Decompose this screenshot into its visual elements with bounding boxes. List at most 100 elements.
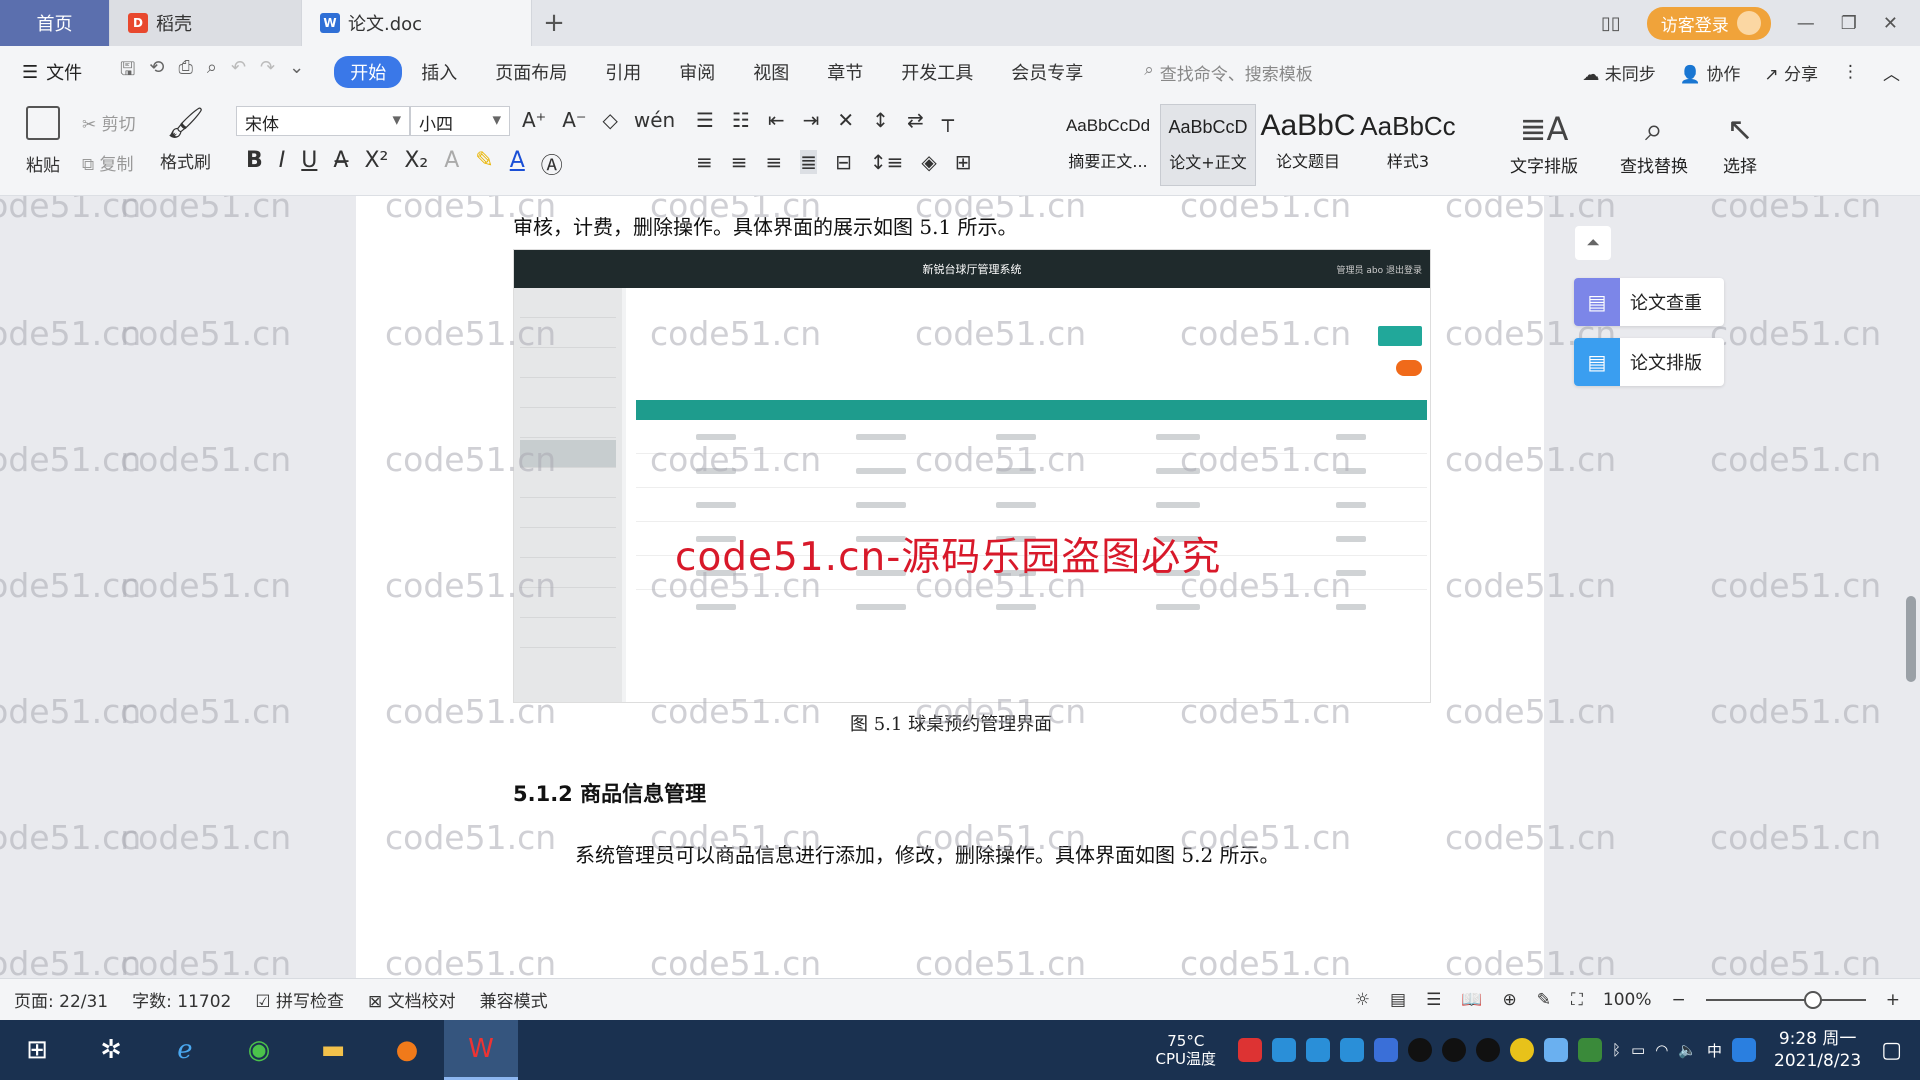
media-app-icon[interactable]: ● bbox=[370, 1020, 444, 1080]
align-left-icon[interactable]: ≡ bbox=[696, 150, 713, 174]
wifi-icon[interactable]: ◠ bbox=[1655, 1041, 1668, 1059]
file-menu[interactable]: ☰ 文件 bbox=[0, 59, 110, 85]
paper-layout-button[interactable]: ▤ 论文排版 bbox=[1574, 338, 1724, 386]
bullet-list-icon[interactable]: ☰ bbox=[696, 108, 714, 132]
text-direction-icon[interactable]: ⇄ bbox=[907, 108, 924, 132]
zoom-in-button[interactable]: + bbox=[1886, 990, 1900, 1010]
shield-icon[interactable] bbox=[1374, 1038, 1399, 1062]
tray-app-icon[interactable] bbox=[1306, 1038, 1331, 1062]
sync-button[interactable]: ☁ 未同步 bbox=[1582, 60, 1655, 85]
font-size-select[interactable]: 小四 ▾ bbox=[410, 106, 510, 136]
text-effect-button[interactable]: A bbox=[444, 148, 459, 180]
style-gallery-item[interactable]: AaBbCcD 论文+正文 bbox=[1160, 104, 1256, 186]
align-right-icon[interactable]: ≡ bbox=[766, 150, 783, 174]
tray-app-icon[interactable] bbox=[1510, 1038, 1535, 1062]
nvidia-icon[interactable] bbox=[1578, 1038, 1603, 1062]
decrease-indent-icon[interactable]: ⇤ bbox=[768, 108, 785, 132]
cpu-temp-widget[interactable]: 75°C CPU温度 bbox=[1156, 1032, 1217, 1068]
paste-button[interactable]: 粘贴 bbox=[18, 106, 68, 176]
phonetic-icon[interactable]: wén bbox=[634, 108, 675, 132]
page-view-icon[interactable]: ▤ bbox=[1390, 990, 1406, 1010]
cut-button[interactable]: ✂ 剪切 bbox=[82, 110, 136, 135]
search-icon[interactable] bbox=[1732, 1038, 1757, 1062]
notification-icon[interactable]: ▢ bbox=[1881, 1038, 1902, 1063]
qq-icon[interactable] bbox=[1476, 1038, 1501, 1062]
char-border-button[interactable]: Ⓐ bbox=[541, 148, 563, 180]
bold-button[interactable]: B bbox=[246, 148, 263, 180]
tray-app-icon[interactable] bbox=[1238, 1038, 1263, 1062]
text-layout-button[interactable]: ≣A 文字排版 bbox=[1494, 106, 1594, 177]
volume-icon[interactable]: 🔈 bbox=[1678, 1041, 1697, 1059]
read-view-icon[interactable]: 📖 bbox=[1461, 990, 1482, 1010]
ie-browser-icon[interactable]: ℯ bbox=[148, 1020, 222, 1080]
shrink-font-icon[interactable]: A⁻ bbox=[562, 108, 586, 132]
undo-history-icon[interactable]: ⟲ bbox=[149, 57, 164, 87]
find-replace-button[interactable]: ⌕ 查找替换 bbox=[1604, 106, 1704, 178]
web-view-icon[interactable]: ⊕ bbox=[1502, 990, 1516, 1010]
font-name-select[interactable]: 宋体 ▾ bbox=[236, 106, 410, 136]
browser-360-icon[interactable]: ◉ bbox=[222, 1020, 296, 1080]
windows-start-icon[interactable]: ⊞ bbox=[0, 1020, 74, 1080]
collapse-ribbon-icon[interactable]: ︿ bbox=[1883, 60, 1900, 85]
menu-item[interactable]: 章节 bbox=[808, 59, 882, 85]
print-icon[interactable]: ⎙ bbox=[178, 57, 192, 87]
menu-item[interactable]: 开始 bbox=[334, 56, 403, 88]
chinese-layout-icon[interactable]: ✕ bbox=[837, 108, 854, 132]
close-icon[interactable]: ✕ bbox=[1883, 13, 1898, 34]
tab-home[interactable]: 首页 bbox=[0, 0, 110, 46]
qq-icon[interactable] bbox=[1408, 1038, 1433, 1062]
doc-proof-button[interactable]: ⊠ 文档校对 bbox=[368, 987, 456, 1012]
borders-icon[interactable]: ⊞ bbox=[955, 150, 972, 174]
vertical-scrollbar[interactable] bbox=[1906, 596, 1916, 682]
subscript-button[interactable]: X₂ bbox=[404, 148, 428, 180]
panel-collapse-button[interactable]: ⏶ bbox=[1575, 226, 1611, 260]
strikethrough-button[interactable]: A̶ bbox=[333, 148, 348, 180]
command-search[interactable]: ⌕ 查找命令、搜索模板 bbox=[1144, 60, 1313, 85]
ime-indicator[interactable]: 中 bbox=[1707, 1040, 1722, 1061]
underline-button[interactable]: U bbox=[301, 148, 317, 180]
style-gallery-item[interactable]: AaBbCcDd 摘要正文... bbox=[1060, 104, 1156, 186]
zoom-slider-knob[interactable] bbox=[1803, 991, 1822, 1009]
superscript-button[interactable]: X² bbox=[364, 148, 388, 180]
shading-icon[interactable]: ◈ bbox=[921, 150, 936, 174]
new-tab-button[interactable]: + bbox=[532, 0, 576, 46]
tab-document[interactable]: W 论文.doc bbox=[302, 0, 532, 46]
fit-page-icon[interactable]: ⛶ bbox=[1571, 990, 1583, 1010]
style-gallery-item[interactable]: AaBbCc 样式3 bbox=[1360, 104, 1456, 186]
justify-icon[interactable]: ≣ bbox=[800, 150, 818, 174]
line-spacing-icon[interactable]: ↕≡ bbox=[870, 150, 904, 174]
spell-check-button[interactable]: ☑ 拼写检查 bbox=[255, 987, 344, 1012]
outline-view-icon[interactable]: ☰ bbox=[1426, 990, 1441, 1010]
collab-button[interactable]: 👤 协作 bbox=[1680, 60, 1741, 85]
chevron-down-icon[interactable]: ⌄ bbox=[289, 57, 304, 87]
word-count[interactable]: 字数: 11702 bbox=[132, 987, 231, 1012]
redo-icon[interactable]: ↷ bbox=[260, 57, 275, 87]
sort-icon[interactable]: ↕ bbox=[872, 108, 889, 132]
distribute-icon[interactable]: ⊟ bbox=[835, 150, 852, 174]
numbered-list-icon[interactable]: ☷ bbox=[732, 108, 750, 132]
italic-button[interactable]: I bbox=[279, 148, 286, 180]
zoom-out-button[interactable]: − bbox=[1672, 990, 1686, 1010]
bluetooth-icon[interactable]: ᛒ bbox=[1612, 1041, 1621, 1059]
menu-item[interactable]: 开发工具 bbox=[882, 59, 992, 85]
menu-item[interactable]: 会员专享 bbox=[992, 59, 1102, 85]
menu-item[interactable]: 审阅 bbox=[660, 59, 734, 85]
zoom-level[interactable]: 100% bbox=[1603, 990, 1652, 1010]
eye-protect-icon[interactable]: ☼ bbox=[1355, 990, 1370, 1010]
qq-icon[interactable] bbox=[1442, 1038, 1467, 1062]
print-preview-icon[interactable]: ⌕ bbox=[207, 57, 217, 87]
tray-app-icon[interactable] bbox=[1340, 1038, 1365, 1062]
write-mode-icon[interactable]: ✎ bbox=[1537, 990, 1551, 1010]
save-icon[interactable]: 🖫 bbox=[120, 57, 135, 87]
copy-button[interactable]: ⧉ 复制 bbox=[82, 150, 134, 175]
tray-app-icon[interactable] bbox=[1272, 1038, 1297, 1062]
restore-icon[interactable]: ❐ bbox=[1841, 13, 1857, 34]
clear-format-icon[interactable]: ◇ bbox=[603, 108, 618, 132]
style-gallery-item[interactable]: AaBbC 论文题目 bbox=[1260, 104, 1356, 186]
paper-check-button[interactable]: ▤ 论文查重 bbox=[1574, 278, 1724, 326]
share-button[interactable]: ↗ 分享 bbox=[1764, 60, 1818, 85]
tray-app-icon[interactable] bbox=[1544, 1038, 1569, 1062]
guest-login-button[interactable]: 访客登录 bbox=[1646, 6, 1771, 40]
zoom-slider[interactable] bbox=[1705, 991, 1866, 1009]
more-icon[interactable]: ⋮ bbox=[1842, 62, 1859, 82]
